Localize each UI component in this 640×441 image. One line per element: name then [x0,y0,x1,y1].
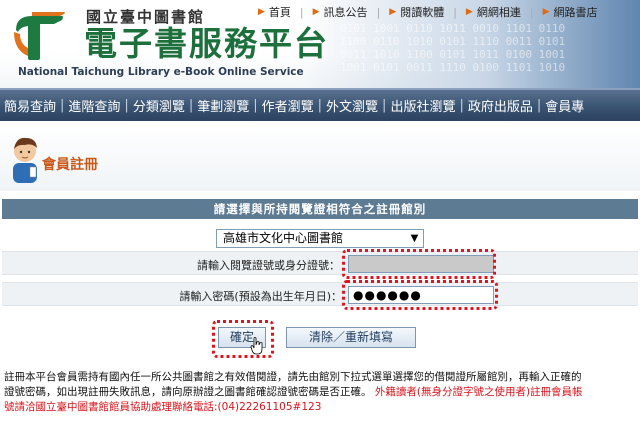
arrow-icon: ▶ [258,7,265,17]
menu-stroke-browse[interactable]: 筆劃瀏覽 [193,96,253,115]
top-nav-software[interactable]: ▶ 閱讀軟體 | [389,4,457,20]
top-nav-links[interactable]: ▶ 網網相連 | [466,4,534,20]
site-title: 電子書服務平台 [84,24,329,63]
form-buttons: 確定 清除／重新填寫 [2,319,638,358]
library-t-logo-icon[interactable] [10,10,68,62]
top-nav: ▶ 首頁 | ▶ 訊息公告 | ▶ 閱讀軟體 | ▶ 網網相連 | ▶ 網路書店 [258,4,606,20]
card-id-label: 請輸入閱覽證號或身分證號： [197,259,340,272]
foreign-reader-note: 外籍讀者(無身分證字號之使用者)註冊會員帳 [374,386,583,398]
note-line-2: 證號密碼，如出現註冊失敗訊息，請向原辦證之圖書館確認證號密碼是否正確。 外籍讀者… [4,386,583,398]
menu-member[interactable]: 會員專 [541,96,588,115]
site-header: 0101 1001 0110 1011 0010 1101 0110 1100 … [0,0,640,88]
card-id-highlight [342,249,496,279]
confirm-highlight [212,320,274,358]
arrow-icon: ▶ [465,7,473,17]
registration-notes: 註冊本平台會員需持有國內任一所公共圖書館之有效借閱證，請先由館別下拉式選單選擇您… [4,370,640,415]
menu-publisher-browse[interactable]: 出版社瀏覽 [386,96,459,115]
top-nav-home[interactable]: ▶ 首頁 | [258,4,304,20]
form-header: 請選擇與所持閱覽證相符合之註冊館別 [2,199,638,219]
menu-simple-search[interactable]: 簡易查詢 [0,96,60,115]
menu-author-browse[interactable]: 作者瀏覽 [258,96,318,115]
password-row: 請輸入密碼(預設為出生年月日)： ●●●●●● [2,280,638,310]
registration-form: 請選擇與所持閱覽證相符合之註冊館別 高雄市文化中心圖書館 ▼ 請輸入閱覽證號或身… [2,199,638,359]
password-label: 請輸入密碼(預設為出生年月日)： [179,290,342,303]
arrow-icon: ▶ [542,7,550,17]
arrow-icon: ▶ [389,7,397,17]
menu-advanced-search[interactable]: 進階查詢 [64,96,124,115]
main-menu-bar: 簡易查詢 | 進階查詢 | 分類瀏覽 | 筆劃瀏覽 | 作者瀏覽 | 外文瀏覽 | 出版社瀏… [0,88,640,121]
arrow-icon: ▶ [312,7,320,17]
card-id-row: 請輸入閱覽證號或身分證號： [2,249,638,279]
library-select-row: 高雄市文化中心圖書館 ▼ [2,226,638,250]
page-title: 會員註冊 [42,157,98,173]
hand-cursor-icon [250,337,263,355]
menu-category-browse[interactable]: 分類瀏覽 [129,96,189,115]
library-select[interactable]: 高雄市文化中心圖書館 ▼ [216,229,424,248]
page-heading: 會員註冊 [0,125,640,191]
menu-gov-publications[interactable]: 政府出版品 [464,96,537,115]
menu-foreign-browse[interactable]: 外文瀏覽 [322,96,382,115]
chevron-down-icon[interactable]: ▼ [406,230,423,247]
password-highlight [342,280,498,310]
top-nav-news[interactable]: ▶ 訊息公告 | [313,4,381,20]
library-select-value: 高雄市文化中心圖書館 [223,231,344,245]
note-line-1: 註冊本平台會員需持有國內任一所公共圖書館之有效借閱證，請先由館別下拉式選單選擇您… [4,371,582,383]
member-avatar-icon [13,137,37,183]
contact-note: 號請洽國立臺中圖書館館員協助處理聯絡電話:(04)22261105#123 [4,401,322,413]
site-subtitle: National Taichung Library e-Book Online … [18,66,304,78]
top-nav-bookstore[interactable]: ▶ 網路書店 [543,4,598,20]
reset-button[interactable]: 清除／重新填寫 [286,327,416,348]
